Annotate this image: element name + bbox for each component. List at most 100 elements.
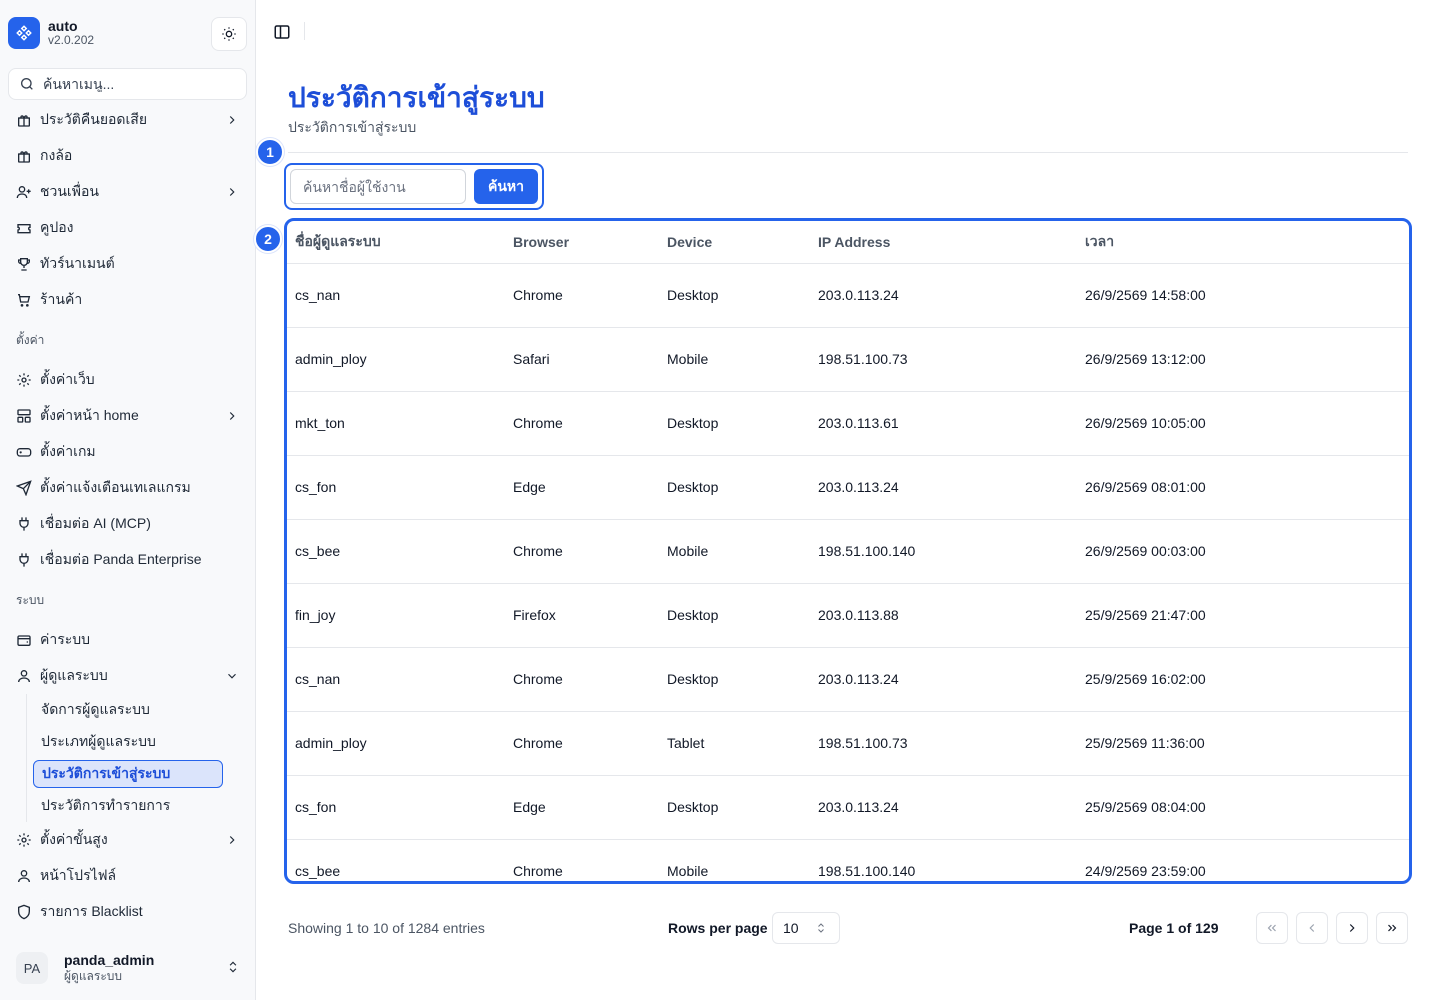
cell-time: 25/9/2569 16:02:00	[1077, 647, 1409, 712]
sidebar-item-tournament[interactable]: ทัวร์นาเมนต์	[8, 246, 248, 282]
cell-ip: 198.51.100.73	[810, 327, 1077, 392]
table-row: cs_nan Chrome Desktop 203.0.113.24 26/9/2569…	[287, 263, 1409, 328]
sidebar-item-wheel[interactable]: กงล้อ	[8, 138, 248, 174]
rows-per-page-label: Rows per page	[668, 920, 768, 936]
next-page-button[interactable]	[1336, 912, 1368, 944]
chevrons-right-icon	[1388, 924, 1397, 932]
cell-browser: Chrome	[505, 263, 659, 328]
user-icon	[16, 668, 32, 684]
search-button[interactable]: ค้นหา	[474, 169, 538, 204]
sidebar-item-ai-mcp[interactable]: เชื่อมต่อ AI (MCP)	[8, 506, 248, 542]
cell-time: 26/9/2569 10:05:00	[1077, 391, 1409, 456]
sidebar-item-panda-enterprise[interactable]: เชื่อมต่อ Panda Enterprise	[8, 542, 248, 578]
cell-browser: Chrome	[505, 647, 659, 712]
last-page-button[interactable]	[1376, 912, 1408, 944]
sidebar-item-label: ตั้งค่าหน้า home	[40, 407, 139, 423]
sidebar-item-system-values[interactable]: ค่าระบบ	[8, 622, 248, 658]
admin-submenu: จัดการผู้ดูแลระบบ ประเภทผู้ดูแลระบบ ประว…	[26, 694, 248, 822]
cell-admin: cs_bee	[287, 519, 505, 584]
cell-ip: 203.0.113.24	[810, 647, 1077, 712]
cell-browser: Firefox	[505, 583, 659, 648]
sidebar-item-admins[interactable]: ผู้ดูแลระบบ	[8, 658, 248, 694]
sidebar-item-blacklist[interactable]: รายการ Blacklist	[8, 894, 248, 930]
cell-device: Mobile	[659, 327, 810, 392]
menu-search[interactable]	[8, 68, 247, 100]
table-row: admin_ploy Chrome Tablet 198.51.100.73 25/9/…	[287, 711, 1409, 776]
user-menu[interactable]: PA panda_admin ผู้ดูแลระบบ	[8, 944, 248, 992]
cell-ip: 198.51.100.140	[810, 839, 1077, 881]
user-icon	[16, 868, 32, 884]
cell-browser: Chrome	[505, 839, 659, 881]
cell-browser: Chrome	[505, 391, 659, 456]
cell-time: 25/9/2569 08:04:00	[1077, 775, 1409, 840]
sidebar-item-game-settings[interactable]: ตั้งค่าเกม	[8, 434, 248, 470]
cell-admin: cs_nan	[287, 263, 505, 328]
cell-device: Desktop	[659, 391, 810, 456]
column-header-time: เวลา	[1077, 221, 1409, 264]
sidebar-subitem-transaction-history[interactable]: ประวัติการทำรายการ	[33, 790, 223, 822]
search-icon	[21, 78, 33, 90]
sidebar-nav: ประวัติคืนยอดเสีย กงล้อ ชวนเพื่อน คูปอง …	[8, 102, 248, 930]
column-header-ip: IP Address	[810, 221, 1077, 264]
previous-page-button[interactable]	[1296, 912, 1328, 944]
cell-admin: cs_bee	[287, 839, 505, 881]
chevron-down-icon	[224, 668, 240, 684]
cell-ip: 198.51.100.140	[810, 519, 1077, 584]
cell-device: Mobile	[659, 519, 810, 584]
login-history-table: ชื่อผู้ดูแลระบบ Browser Device IP Addres…	[284, 218, 1412, 884]
sidebar-item-label: ทัวร์นาเมนต์	[40, 255, 115, 271]
search-form: ค้นหา	[284, 163, 544, 210]
sidebar-item-invite[interactable]: ชวนเพื่อน	[8, 174, 248, 210]
sidebar-item-advanced-settings[interactable]: ตั้งค่าขั้นสูง	[8, 822, 248, 858]
sidebar-subitem-manage-admins[interactable]: จัดการผู้ดูแลระบบ	[33, 694, 223, 726]
sidebar-item-home-settings[interactable]: ตั้งค่าหน้า home	[8, 398, 248, 434]
cart-icon	[16, 292, 32, 308]
sidebar-item-telegram-settings[interactable]: ตั้งค่าแจ้งเตือนเทเลแกรม	[8, 470, 248, 506]
gift-icon	[16, 148, 32, 164]
cell-device: Mobile	[659, 839, 810, 881]
theme-toggle-button[interactable]	[211, 17, 247, 51]
rows-per-page-select[interactable]: 10	[772, 912, 840, 944]
ticket-icon	[16, 220, 32, 236]
send-icon	[16, 480, 32, 496]
sidebar-subitem-login-history[interactable]: ประวัติการเข้าสู่ระบบ	[33, 760, 223, 788]
annotation-badge-1: 1	[256, 138, 284, 166]
page-indicator: Page 1 of 129	[1129, 920, 1219, 936]
cell-ip: 203.0.113.61	[810, 391, 1077, 456]
gear-icon	[16, 372, 32, 388]
chevron-right-icon	[224, 112, 240, 128]
cell-admin: mkt_ton	[287, 391, 505, 456]
sidebar-item-cashback-history[interactable]: ประวัติคืนยอดเสีย	[8, 102, 248, 138]
sidebar-toggle-button[interactable]	[272, 22, 292, 42]
sidebar-item-label: ร้านค้า	[40, 291, 83, 307]
sidebar-item-profile[interactable]: หน้าโปรไฟล์	[8, 858, 248, 894]
sidebar-item-coupon[interactable]: คูปอง	[8, 210, 248, 246]
username-search-input[interactable]	[290, 169, 466, 204]
section-settings-label: ตั้งค่า	[16, 333, 45, 347]
cell-device: Desktop	[659, 647, 810, 712]
cell-device: Desktop	[659, 775, 810, 840]
table-row: cs_nan Chrome Desktop 203.0.113.24 25/9/2569…	[287, 647, 1409, 712]
table-row: fin_joy Firefox Desktop 203.0.113.88 25/9/25…	[287, 583, 1409, 648]
chevrons-left-icon	[1267, 924, 1276, 932]
cell-time: 25/9/2569 11:36:00	[1077, 711, 1409, 776]
column-header-admin: ชื่อผู้ดูแลระบบ	[287, 221, 505, 264]
cell-ip: 203.0.113.24	[810, 455, 1077, 520]
first-page-button[interactable]	[1256, 912, 1288, 944]
sidebar-item-shop[interactable]: ร้านค้า	[8, 282, 248, 318]
page-subtitle: ประวัติการเข้าสู่ระบบ	[288, 119, 417, 135]
entries-info: Showing 1 to 10 of 1284 entries	[288, 920, 485, 936]
sidebar-subitem-admin-types[interactable]: ประเภทผู้ดูแลระบบ	[33, 726, 223, 758]
cell-device: Desktop	[659, 263, 810, 328]
panel-left-icon	[274, 25, 290, 39]
menu-search-input[interactable]	[43, 76, 233, 92]
page-title: ประวัติการเข้าสู่ระบบ	[288, 82, 545, 113]
cell-time: 26/9/2569 00:03:00	[1077, 519, 1409, 584]
sidebar-item-label: ประวัติคืนยอดเสีย	[40, 111, 148, 127]
wallet-icon	[16, 632, 32, 648]
cell-device: Desktop	[659, 583, 810, 648]
sidebar-item-web-settings[interactable]: ตั้งค่าเว็บ	[8, 362, 248, 398]
sun-icon	[222, 27, 236, 41]
sidebar: auto v2.0.202 ประวัติคืนยอดเสีย กงล้อ	[0, 0, 256, 1000]
annotation-badge-2: 2	[254, 225, 282, 253]
